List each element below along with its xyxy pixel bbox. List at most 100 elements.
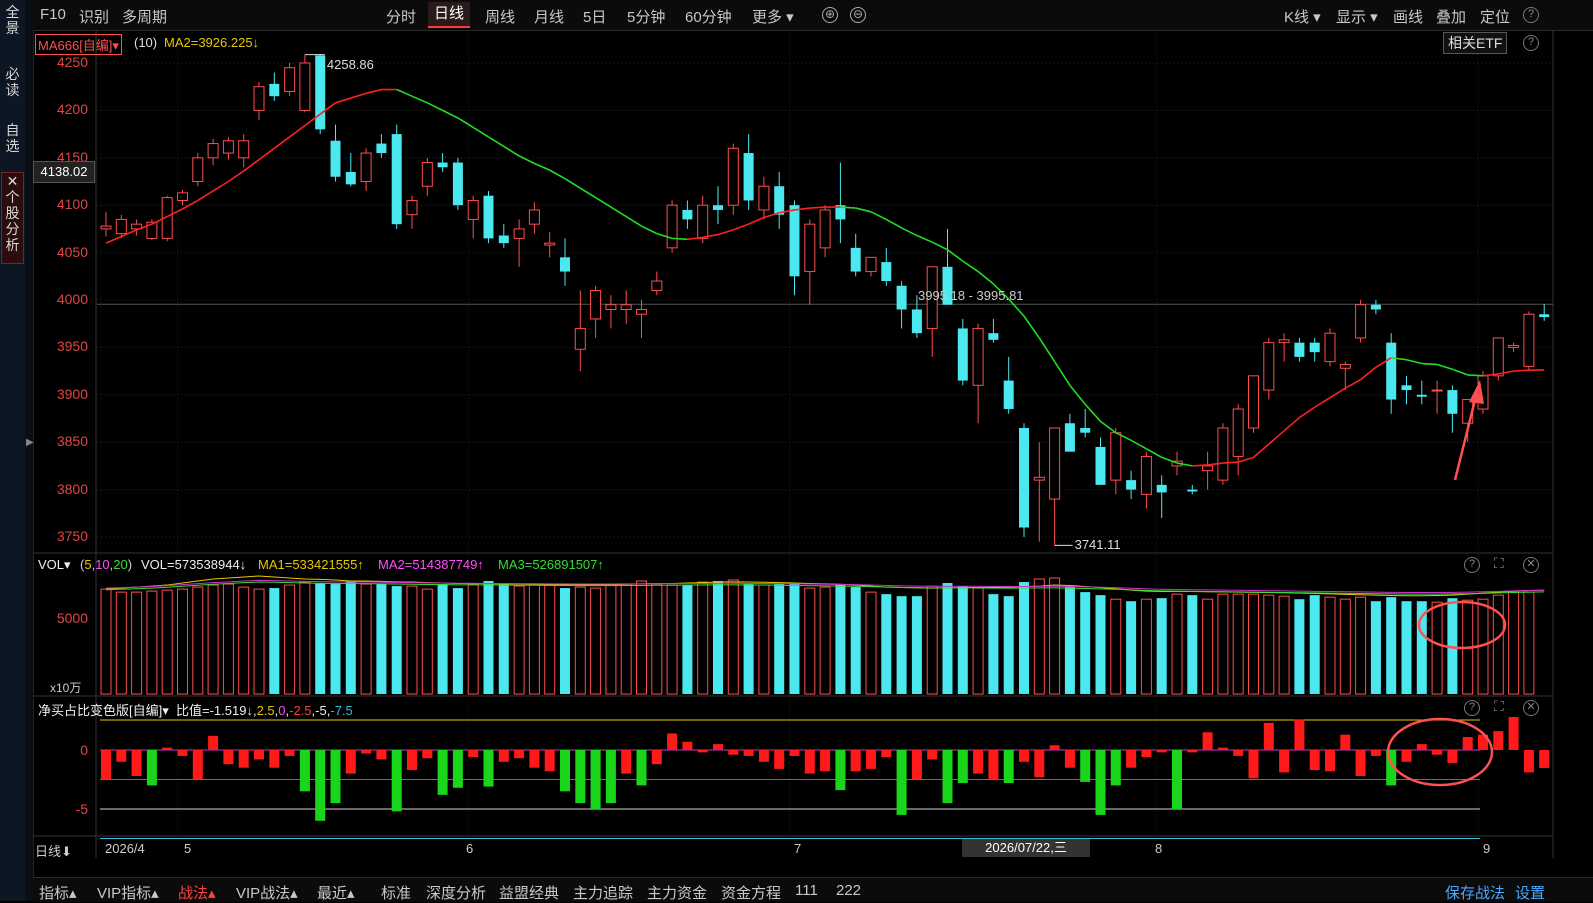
custom-tab-222[interactable]: 222 <box>836 882 861 899</box>
volume-bar <box>422 589 432 694</box>
net-ratio-bar <box>545 750 555 771</box>
net-ratio-bar <box>759 750 769 762</box>
maximize-icon[interactable]: ⛶ <box>1494 555 1504 572</box>
net-axis-tick: 0 <box>33 742 88 758</box>
classic-tab[interactable]: 益盟经典 <box>499 882 559 903</box>
volume-bar <box>285 585 295 694</box>
close-icon[interactable]: ✕ <box>1523 557 1539 573</box>
help-icon[interactable]: ? <box>1523 35 1539 51</box>
candle-body <box>1310 343 1320 352</box>
ma-segment <box>1254 444 1269 457</box>
ma-segment <box>840 207 855 208</box>
x-tick: 6 <box>466 841 473 856</box>
recent-menu[interactable]: 最近▴ <box>317 882 355 903</box>
candle-body <box>1218 428 1228 480</box>
ma-segment <box>1024 316 1039 338</box>
net-ratio-bar <box>667 733 677 750</box>
ma-segment <box>473 127 488 136</box>
period-selector[interactable]: 日线⬇ <box>35 841 72 860</box>
standard-tab[interactable]: 标准 <box>381 882 411 903</box>
volume-bar <box>698 582 708 694</box>
ma-segment <box>1407 360 1422 364</box>
candle-body <box>254 87 264 111</box>
chart-canvas[interactable] <box>0 0 1593 877</box>
volume-bar <box>376 584 386 694</box>
ma-segment <box>443 110 458 118</box>
settings-button[interactable]: 设置 <box>1515 882 1545 903</box>
net-ratio-bar <box>1432 750 1442 755</box>
ma-segment <box>351 93 366 98</box>
net-ratio-bar <box>1539 750 1549 768</box>
volume-bar <box>484 581 494 694</box>
volume-bar <box>1126 601 1136 694</box>
main-tracking-tab[interactable]: 主力追踪 <box>573 882 633 903</box>
volume-bar <box>468 584 478 694</box>
volume-bar <box>881 594 891 694</box>
candle-body <box>820 210 830 248</box>
ma-segment <box>948 250 963 261</box>
ma-segment <box>1223 462 1238 463</box>
net-ratio-bar <box>897 750 907 815</box>
custom-tab-111[interactable]: 111 <box>795 882 818 899</box>
volume-bar <box>178 589 188 694</box>
candle-body <box>1340 364 1350 368</box>
candle-body <box>239 141 249 158</box>
x-tick: 7 <box>794 841 801 856</box>
strategy-menu[interactable]: 战法▴ <box>178 882 216 903</box>
net-ratio-bar <box>116 750 126 762</box>
fund-equation-tab[interactable]: 资金方程 <box>721 882 781 903</box>
deep-analysis-tab[interactable]: 深度分析 <box>426 882 486 903</box>
close-icon[interactable]: ✕ <box>1523 700 1539 716</box>
ma-segment <box>244 160 259 171</box>
current-price-label: 4138.02 <box>33 161 95 183</box>
help-icon[interactable]: ? <box>1464 700 1480 716</box>
maximize-icon[interactable]: ⛶ <box>1494 698 1504 715</box>
vol-value: VOL=573538944↓ <box>141 557 246 572</box>
volume-bar <box>453 588 463 694</box>
ma-segment <box>810 207 825 208</box>
net-ratio-bar <box>1249 750 1259 778</box>
related-etf-button[interactable]: 相关ETF <box>1443 32 1507 54</box>
net-ratio-bar <box>652 750 662 764</box>
volume-bar <box>254 589 264 694</box>
candle-body <box>361 153 371 181</box>
save-strategy-button[interactable]: 保存战法 <box>1445 882 1505 903</box>
x-tick: 9 <box>1483 841 1490 856</box>
vol-indicator-selector[interactable]: VOL▾ <box>38 557 71 573</box>
net-ratio-bar <box>988 750 998 780</box>
volume-bar <box>1432 602 1442 694</box>
net-ratio-bar <box>637 750 647 785</box>
ma-segment <box>198 191 213 200</box>
net-ratio-bar <box>1218 748 1228 750</box>
ma-segment <box>565 179 580 188</box>
volume-bar <box>912 596 922 694</box>
indicator-menu[interactable]: 指标▴ <box>39 882 77 903</box>
vip-strategy-menu[interactable]: VIP战法▴ <box>236 882 298 903</box>
volume-bar <box>529 584 539 694</box>
candle-body <box>1371 305 1381 310</box>
candle-body <box>499 236 509 244</box>
net-ratio-bar <box>621 750 631 774</box>
candle-body <box>1279 340 1289 343</box>
candle-body <box>438 163 448 168</box>
candle-body <box>269 84 279 96</box>
volume-bar <box>315 583 325 694</box>
candle-body <box>514 229 524 238</box>
vip-indicator-menu[interactable]: VIP指标▴ <box>97 882 159 903</box>
indicator-selector[interactable]: MA666[自编]▾ <box>35 34 122 55</box>
help-icon[interactable]: ? <box>1464 557 1480 573</box>
ma-segment <box>1315 398 1330 407</box>
net-indicator-selector[interactable]: 净买占比变色版[自编]▾ <box>38 700 169 719</box>
volume-bar <box>790 584 800 694</box>
net-ratio-bar <box>1509 717 1519 750</box>
ma-segment <box>1361 367 1376 379</box>
volume-bar <box>1203 599 1213 694</box>
vol-ma1: MA1=533421555↑ <box>258 557 364 572</box>
volume-bar <box>973 588 983 694</box>
net-ratio-bar <box>1340 735 1350 750</box>
net-ratio-bar <box>1080 750 1090 782</box>
volume-bar <box>1157 598 1167 694</box>
net-ratio-bar <box>560 750 570 791</box>
main-funds-tab[interactable]: 主力资金 <box>647 882 707 903</box>
volume-bar <box>958 586 968 694</box>
